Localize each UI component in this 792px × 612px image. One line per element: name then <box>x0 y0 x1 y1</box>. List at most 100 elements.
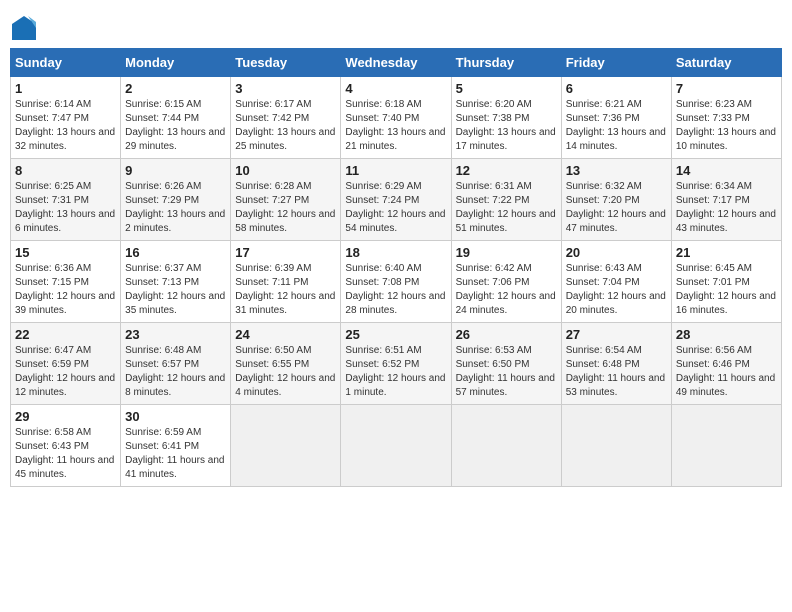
header-row: SundayMondayTuesdayWednesdayThursdayFrid… <box>11 49 782 77</box>
day-cell: 30 Sunrise: 6:59 AMSunset: 6:41 PMDayligh… <box>121 405 231 487</box>
day-cell <box>451 405 561 487</box>
day-number: 3 <box>235 81 336 96</box>
day-info: Sunrise: 6:42 AMSunset: 7:06 PMDaylight:… <box>456 263 556 316</box>
day-info: Sunrise: 6:25 AMSunset: 7:31 PMDaylight:… <box>15 181 115 234</box>
header-cell-thursday: Thursday <box>451 49 561 77</box>
day-number: 19 <box>456 245 557 260</box>
day-info: Sunrise: 6:21 AMSunset: 7:36 PMDaylight:… <box>566 99 666 152</box>
day-number: 14 <box>676 163 777 178</box>
week-row-1: 8 Sunrise: 6:25 AMSunset: 7:31 PMDaylight… <box>11 159 782 241</box>
day-cell: 21 Sunrise: 6:45 AMSunset: 7:01 PMDayligh… <box>671 241 781 323</box>
day-cell: 17 Sunrise: 6:39 AMSunset: 7:11 PMDayligh… <box>231 241 341 323</box>
day-info: Sunrise: 6:28 AMSunset: 7:27 PMDaylight:… <box>235 181 335 234</box>
day-info: Sunrise: 6:58 AMSunset: 6:43 PMDaylight:… <box>15 427 114 480</box>
day-info: Sunrise: 6:40 AMSunset: 7:08 PMDaylight:… <box>345 263 445 316</box>
day-cell: 29 Sunrise: 6:58 AMSunset: 6:43 PMDayligh… <box>11 405 121 487</box>
day-cell: 2 Sunrise: 6:15 AMSunset: 7:44 PMDaylight… <box>121 77 231 159</box>
day-number: 15 <box>15 245 116 260</box>
day-cell: 1 Sunrise: 6:14 AMSunset: 7:47 PMDaylight… <box>11 77 121 159</box>
day-cell: 24 Sunrise: 6:50 AMSunset: 6:55 PMDayligh… <box>231 323 341 405</box>
day-number: 8 <box>15 163 116 178</box>
day-number: 25 <box>345 327 446 342</box>
day-number: 7 <box>676 81 777 96</box>
day-info: Sunrise: 6:14 AMSunset: 7:47 PMDaylight:… <box>15 99 115 152</box>
day-info: Sunrise: 6:53 AMSunset: 6:50 PMDaylight:… <box>456 345 555 398</box>
day-info: Sunrise: 6:51 AMSunset: 6:52 PMDaylight:… <box>345 345 445 398</box>
day-info: Sunrise: 6:43 AMSunset: 7:04 PMDaylight:… <box>566 263 666 316</box>
calendar-body: 1 Sunrise: 6:14 AMSunset: 7:47 PMDaylight… <box>11 77 782 487</box>
day-cell: 8 Sunrise: 6:25 AMSunset: 7:31 PMDaylight… <box>11 159 121 241</box>
day-info: Sunrise: 6:48 AMSunset: 6:57 PMDaylight:… <box>125 345 225 398</box>
day-number: 1 <box>15 81 116 96</box>
header-cell-monday: Monday <box>121 49 231 77</box>
day-info: Sunrise: 6:47 AMSunset: 6:59 PMDaylight:… <box>15 345 115 398</box>
day-number: 4 <box>345 81 446 96</box>
day-number: 16 <box>125 245 226 260</box>
header-cell-sunday: Sunday <box>11 49 121 77</box>
day-info: Sunrise: 6:39 AMSunset: 7:11 PMDaylight:… <box>235 263 335 316</box>
day-cell: 7 Sunrise: 6:23 AMSunset: 7:33 PMDaylight… <box>671 77 781 159</box>
day-cell: 9Sunrise: 6:26 AMSunset: 7:29 PMDaylight… <box>121 159 231 241</box>
day-number: 12 <box>456 163 557 178</box>
week-row-3: 22 Sunrise: 6:47 AMSunset: 6:59 PMDayligh… <box>11 323 782 405</box>
day-cell <box>231 405 341 487</box>
logo <box>10 14 42 42</box>
day-number: 18 <box>345 245 446 260</box>
day-cell <box>561 405 671 487</box>
week-row-0: 1 Sunrise: 6:14 AMSunset: 7:47 PMDaylight… <box>11 77 782 159</box>
day-info: Sunrise: 6:23 AMSunset: 7:33 PMDaylight:… <box>676 99 776 152</box>
day-cell: 5 Sunrise: 6:20 AMSunset: 7:38 PMDaylight… <box>451 77 561 159</box>
day-cell: 3 Sunrise: 6:17 AMSunset: 7:42 PMDaylight… <box>231 77 341 159</box>
day-info: Sunrise: 6:15 AMSunset: 7:44 PMDaylight:… <box>125 99 225 152</box>
day-cell: 20 Sunrise: 6:43 AMSunset: 7:04 PMDayligh… <box>561 241 671 323</box>
day-info: Sunrise: 6:45 AMSunset: 7:01 PMDaylight:… <box>676 263 776 316</box>
day-cell: 19 Sunrise: 6:42 AMSunset: 7:06 PMDayligh… <box>451 241 561 323</box>
day-info: Sunrise: 6:32 AMSunset: 7:20 PMDaylight:… <box>566 181 666 234</box>
day-number: 9 <box>125 163 226 178</box>
day-info: Sunrise: 6:50 AMSunset: 6:55 PMDaylight:… <box>235 345 335 398</box>
day-cell: 18 Sunrise: 6:40 AMSunset: 7:08 PMDayligh… <box>341 241 451 323</box>
calendar-header: SundayMondayTuesdayWednesdayThursdayFrid… <box>11 49 782 77</box>
day-cell: 4Sunrise: 6:18 AMSunset: 7:40 PMDaylight… <box>341 77 451 159</box>
day-cell: 16 Sunrise: 6:37 AMSunset: 7:13 PMDayligh… <box>121 241 231 323</box>
day-number: 29 <box>15 409 116 424</box>
header-cell-saturday: Saturday <box>671 49 781 77</box>
day-info: Sunrise: 6:36 AMSunset: 7:15 PMDaylight:… <box>15 263 115 316</box>
header-cell-friday: Friday <box>561 49 671 77</box>
day-cell: 22 Sunrise: 6:47 AMSunset: 6:59 PMDayligh… <box>11 323 121 405</box>
day-number: 17 <box>235 245 336 260</box>
day-cell: 13 Sunrise: 6:32 AMSunset: 7:20 PMDayligh… <box>561 159 671 241</box>
day-number: 6 <box>566 81 667 96</box>
day-number: 24 <box>235 327 336 342</box>
day-cell: 27 Sunrise: 6:54 AMSunset: 6:48 PMDayligh… <box>561 323 671 405</box>
logo-icon <box>10 14 38 42</box>
day-info: Sunrise: 6:56 AMSunset: 6:46 PMDaylight:… <box>676 345 775 398</box>
day-info: Sunrise: 6:54 AMSunset: 6:48 PMDaylight:… <box>566 345 665 398</box>
header-cell-tuesday: Tuesday <box>231 49 341 77</box>
day-number: 11 <box>345 163 446 178</box>
day-info: Sunrise: 6:20 AMSunset: 7:38 PMDaylight:… <box>456 99 556 152</box>
day-cell: 26Sunrise: 6:53 AMSunset: 6:50 PMDayligh… <box>451 323 561 405</box>
day-number: 2 <box>125 81 226 96</box>
week-row-4: 29 Sunrise: 6:58 AMSunset: 6:43 PMDayligh… <box>11 405 782 487</box>
day-number: 21 <box>676 245 777 260</box>
day-info: Sunrise: 6:29 AMSunset: 7:24 PMDaylight:… <box>345 181 445 234</box>
day-cell: 6 Sunrise: 6:21 AMSunset: 7:36 PMDaylight… <box>561 77 671 159</box>
day-info: Sunrise: 6:17 AMSunset: 7:42 PMDaylight:… <box>235 99 335 152</box>
page-header <box>10 10 782 42</box>
day-number: 20 <box>566 245 667 260</box>
day-number: 30 <box>125 409 226 424</box>
day-number: 22 <box>15 327 116 342</box>
day-number: 23 <box>125 327 226 342</box>
day-cell: 12Sunrise: 6:31 AMSunset: 7:22 PMDayligh… <box>451 159 561 241</box>
day-info: Sunrise: 6:59 AMSunset: 6:41 PMDaylight:… <box>125 427 224 480</box>
day-number: 27 <box>566 327 667 342</box>
day-cell: 11 Sunrise: 6:29 AMSunset: 7:24 PMDayligh… <box>341 159 451 241</box>
day-cell: 10 Sunrise: 6:28 AMSunset: 7:27 PMDayligh… <box>231 159 341 241</box>
day-number: 13 <box>566 163 667 178</box>
day-cell: 15 Sunrise: 6:36 AMSunset: 7:15 PMDayligh… <box>11 241 121 323</box>
day-number: 10 <box>235 163 336 178</box>
day-info: Sunrise: 6:37 AMSunset: 7:13 PMDaylight:… <box>125 263 225 316</box>
header-cell-wednesday: Wednesday <box>341 49 451 77</box>
day-number: 5 <box>456 81 557 96</box>
